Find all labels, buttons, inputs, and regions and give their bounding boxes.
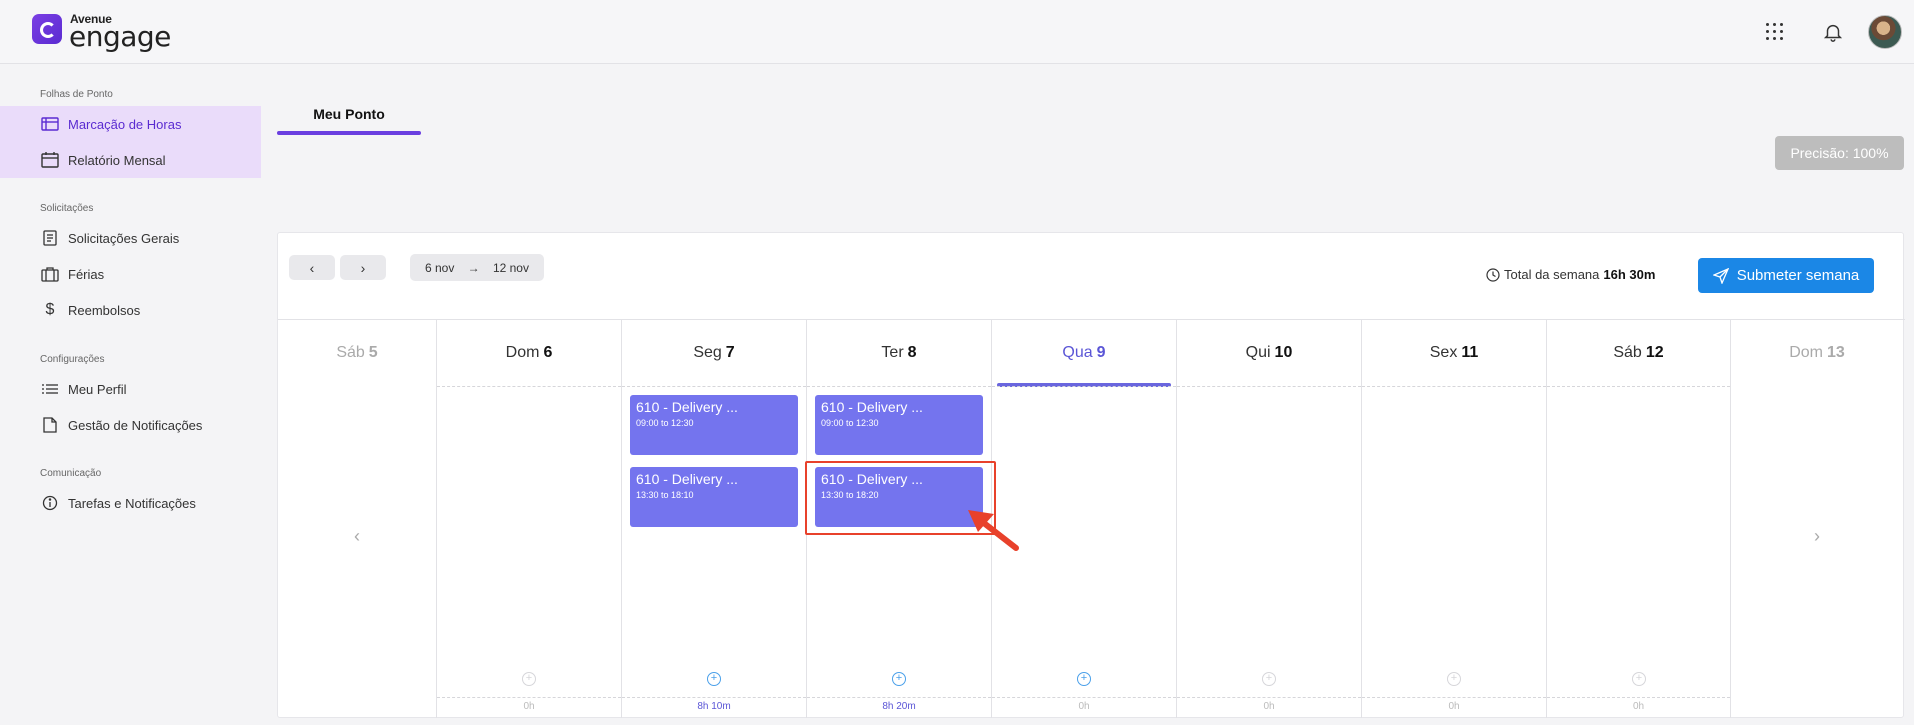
day-total: 0h <box>523 701 535 712</box>
time-entry[interactable]: 610 - Delivery ... 09:00 to 12:30 <box>630 395 798 455</box>
sidebar-item-label: Tarefas e Notificações <box>68 495 196 511</box>
sidebar-item-marcacao-de-horas[interactable]: Marcação de Horas <box>0 106 261 142</box>
sidebar-section-title: Solicitações <box>40 203 94 214</box>
sidebar-item-label: Reembolsos <box>68 302 141 318</box>
range-start: 6 nov <box>425 260 455 275</box>
sidebar-item-relatorio-mensal[interactable]: Relatório Mensal <box>0 142 261 178</box>
add-entry-icon[interactable]: + <box>1447 672 1461 686</box>
add-entry-icon[interactable]: + <box>707 672 721 686</box>
form-icon <box>40 230 60 246</box>
submit-week-button[interactable]: Submeter semana <box>1698 258 1874 293</box>
day-column: Sáb 12 + 0h <box>1546 320 1731 718</box>
chevron-right-icon[interactable]: › <box>1731 526 1903 547</box>
sidebar-section-title: Folhas de Ponto <box>40 89 113 100</box>
sidebar-section-title: Comunicação <box>40 468 102 479</box>
range-end: 12 nov <box>492 260 529 275</box>
date-range-picker[interactable]: 6 nov → 12 nov <box>410 254 544 281</box>
next-week-button[interactable]: › <box>340 255 386 280</box>
sidebar-item-label: Meu Perfil <box>68 381 127 397</box>
day-body[interactable] <box>437 386 621 387</box>
send-icon <box>1712 267 1729 284</box>
day-header[interactable]: Sáb 12 <box>1547 320 1730 386</box>
day-body[interactable] <box>622 386 806 387</box>
precision-badge: Precisão: 100% <box>1775 136 1904 170</box>
arrow-right-icon: → <box>467 260 480 275</box>
sidebar-item-label: Gestão de Notificações <box>68 417 203 433</box>
sidebar: Folhas de Ponto Marcação de Horas Relató… <box>0 64 261 725</box>
week-total-label: Total da semana <box>1504 267 1600 282</box>
sidebar-item-gestao-de-notificacoes[interactable]: Gestão de Notificações <box>0 407 261 443</box>
time-entry[interactable]: 610 - Delivery ... 13:30 to 18:20 <box>815 467 983 527</box>
day-total: 8h 10m <box>697 701 731 712</box>
day-total: 0h <box>1632 701 1645 712</box>
day-column: Dom 6 + 0h <box>436 320 621 718</box>
sidebar-item-label: Férias <box>68 266 105 282</box>
sidebar-item-label: Relatório Mensal <box>68 152 166 168</box>
day-total: 0h <box>1448 701 1460 712</box>
day-body[interactable] <box>1547 386 1730 387</box>
day-total: 0h <box>1263 701 1275 712</box>
day-column: Qua 9 + 0h <box>991 320 1176 718</box>
day-column: Sáb 5 ‹ <box>278 320 436 718</box>
add-entry-icon[interactable]: + <box>1077 672 1091 686</box>
suitcase-icon <box>40 266 60 282</box>
day-column: Dom 13 › <box>1731 320 1903 718</box>
day-header[interactable]: Sex 11 <box>1362 320 1546 386</box>
time-entry[interactable]: 610 - Delivery ... 13:30 to 18:10 <box>630 467 798 527</box>
day-header[interactable]: Ter 8 <box>807 320 991 386</box>
tab-active-indicator <box>277 131 421 135</box>
sidebar-item-tarefas-e-notificacoes[interactable]: Tarefas e Notificações <box>0 485 261 521</box>
day-column: Seg 7 610 - Delivery ... 09:00 to 12:30 6… <box>621 320 806 718</box>
prev-week-button[interactable]: ‹ <box>289 255 335 280</box>
time-entry[interactable]: 610 - Delivery ... 09:00 to 12:30 <box>815 395 983 455</box>
dollar-icon: $ <box>45 301 55 318</box>
user-avatar[interactable] <box>1868 15 1902 49</box>
sidebar-item-ferias[interactable]: Férias <box>0 256 261 292</box>
add-entry-icon[interactable]: + <box>1632 672 1646 686</box>
day-body[interactable] <box>807 386 991 387</box>
tab-meu-ponto[interactable]: Meu Ponto <box>277 100 421 134</box>
sidebar-item-meu-perfil[interactable]: Meu Perfil <box>0 371 261 407</box>
day-header[interactable]: Dom 13 <box>1731 320 1903 386</box>
day-header[interactable]: Sáb 5 <box>278 320 436 386</box>
brand-logo-icon[interactable] <box>32 14 62 44</box>
clock-icon <box>1486 267 1500 282</box>
sidebar-item-label: Solicitações Gerais <box>68 230 180 246</box>
sidebar-item-label: Marcação de Horas <box>68 116 182 132</box>
top-bar: Avenue engage <box>0 0 1914 64</box>
day-column: Qui 10 + 0h <box>1176 320 1361 718</box>
day-column: Ter 8 610 - Delivery ... 09:00 to 12:30 6… <box>806 320 991 718</box>
calendar-icon <box>40 152 60 168</box>
add-entry-icon[interactable]: + <box>892 672 906 686</box>
day-body[interactable] <box>992 386 1176 387</box>
bell-icon[interactable] <box>1822 20 1844 44</box>
day-column: Sex 11 + 0h <box>1361 320 1546 718</box>
week-calendar: ‹ › 6 nov → 12 nov Total da semana 16h 3… <box>277 232 1905 718</box>
day-total: 0h <box>1078 701 1090 712</box>
sidebar-item-reembolsos[interactable]: $ Reembolsos <box>0 292 261 328</box>
sidebar-section-title: Configurações <box>40 354 105 365</box>
day-body[interactable] <box>1177 386 1361 387</box>
apps-grid-icon[interactable] <box>1766 23 1784 41</box>
list-icon <box>40 381 60 397</box>
add-entry-icon[interactable]: + <box>522 672 536 686</box>
brand-name[interactable]: engage <box>69 20 171 53</box>
day-header[interactable]: Dom 6 <box>437 320 621 386</box>
week-total-value: 16h 30m <box>1603 267 1656 282</box>
week-total: Total da semana 16h 30m <box>1486 267 1655 282</box>
submit-week-label: Submeter semana <box>1736 267 1860 284</box>
sidebar-item-solicitacoes-gerais[interactable]: Solicitações Gerais <box>0 220 261 256</box>
chevron-left-icon[interactable]: ‹ <box>278 526 436 547</box>
day-header[interactable]: Seg 7 <box>622 320 806 386</box>
document-icon <box>40 417 60 433</box>
timesheet-icon <box>40 116 60 132</box>
day-header[interactable]: Qui 10 <box>1177 320 1361 386</box>
day-header[interactable]: Qua 9 <box>992 320 1176 386</box>
add-entry-icon[interactable]: + <box>1262 672 1276 686</box>
day-body[interactable] <box>1362 386 1546 387</box>
day-total: 8h 20m <box>882 701 916 712</box>
info-icon <box>40 495 60 511</box>
